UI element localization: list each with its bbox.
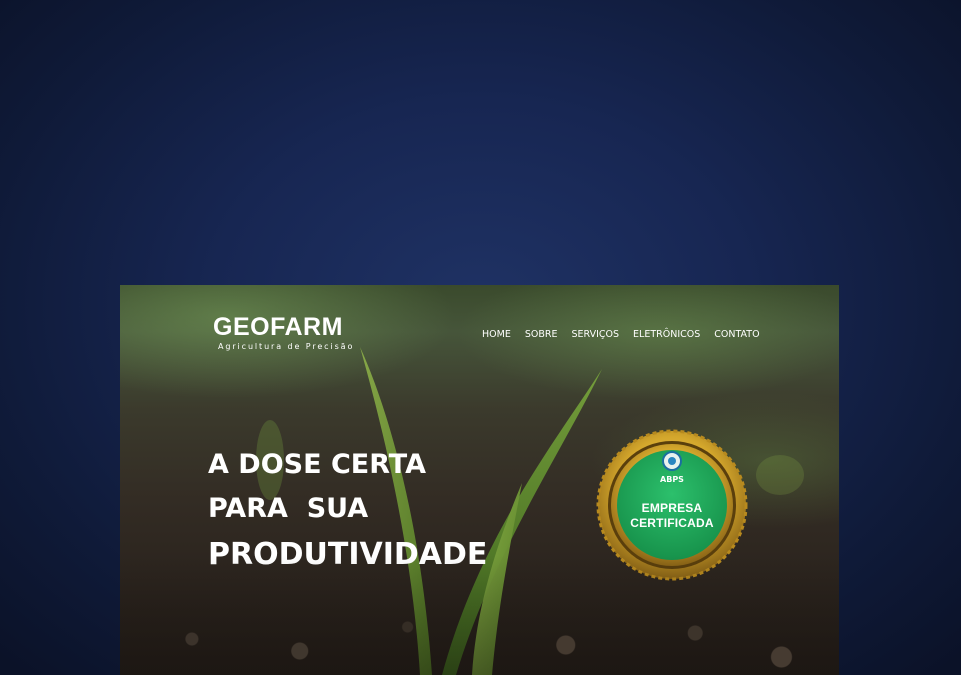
logo[interactable]: GEOFARM Agricultura de Precisão [213,313,354,351]
headline-line-3: PRODUTIVIDADE [208,537,488,572]
nav-sobre[interactable]: SOBRE [525,329,558,340]
headline-line-2: PARA SUA [208,493,369,524]
seal-text-line-1: EMPRESA [641,501,703,515]
nav-contato[interactable]: CONTATO [714,329,759,340]
logo-wordmark: GEOFARM [213,313,343,341]
nav-servicos[interactable]: SERVIÇOS [571,329,619,340]
seal-text-line-2: CERTIFICADA [630,516,714,530]
seal-abbreviation: ABPS [660,475,684,484]
certification-seal: ABPS EMPRESA CERTIFICADA [596,429,748,581]
headline-line-1: A DOSE CERTA [208,449,427,480]
hero-headline: A DOSE CERTA PARA SUA PRODUTIVIDADE [208,443,487,579]
logo-tagline: Agricultura de Precisão [218,342,355,351]
nav-eletronicos[interactable]: ELETRÔNICOS [633,329,700,340]
nav-home[interactable]: HOME [482,329,511,340]
hero-section: GEOFARM Agricultura de Precisão HOME SOB… [120,285,839,675]
main-nav: HOME SOBRE SERVIÇOS ELETRÔNICOS CONTATO [482,329,760,340]
